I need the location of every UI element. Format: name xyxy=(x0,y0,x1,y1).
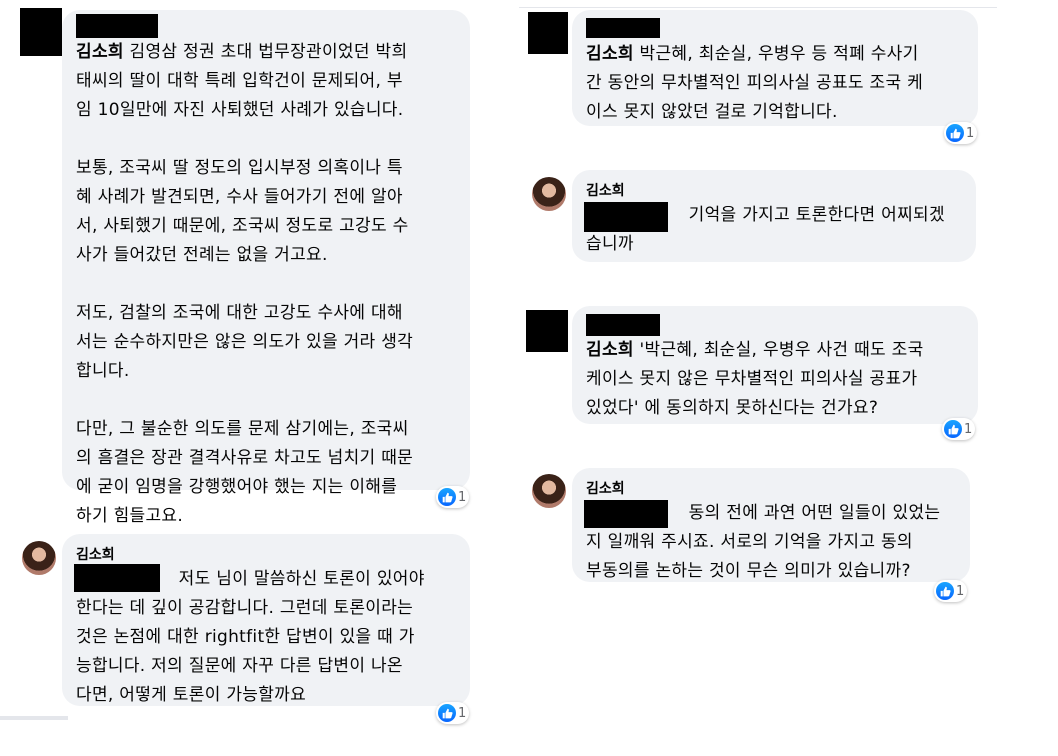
bottom-rule xyxy=(0,716,68,720)
comment-author[interactable]: 김소희 xyxy=(586,478,625,498)
avatar-redacted[interactable] xyxy=(528,12,568,54)
comment-author[interactable]: 김소희 xyxy=(586,180,625,200)
comment-bubble: 김소희 동의 전에 과연 어떤 일들이 있었는 지 일깨워 주시죠. 서로의 기… xyxy=(572,468,970,582)
avatar[interactable] xyxy=(532,474,566,508)
reaction-badge[interactable]: 1 xyxy=(436,702,470,724)
redacted-name xyxy=(586,314,660,336)
comment-bubble: 김소희 박근혜, 최순실, 우병우 등 적폐 수사기 간 동안의 무차별적인 피… xyxy=(572,10,978,126)
like-thumb-icon xyxy=(944,420,962,438)
comment-bubble: 김소희 기억을 가지고 토론한다면 어찌되겠 습니까 xyxy=(572,170,976,262)
redacted-name xyxy=(586,18,660,38)
comment-text: 김소희 김영삼 정권 초대 법무장관이었던 박희 태씨의 딸이 대학 특례 입학… xyxy=(76,38,466,531)
avatar[interactable] xyxy=(532,177,566,211)
comment-body: 동의 전에 과연 어떤 일들이 있었는 지 일깨워 주시죠. 서로의 기억을 가… xyxy=(586,503,941,581)
like-thumb-icon xyxy=(936,582,954,600)
reaction-badge[interactable]: 1 xyxy=(944,122,978,144)
comment-body: 저도 님이 말씀하신 토론이 있어야 한다는 데 깊이 공감합니다. 그런데 토… xyxy=(76,569,425,705)
reaction-badge[interactable]: 1 xyxy=(436,486,470,508)
reaction-count: 1 xyxy=(956,583,965,599)
like-thumb-icon xyxy=(438,704,456,722)
comment-bubble: 김소희 김영삼 정권 초대 법무장관이었던 박희 태씨의 딸이 대학 특례 입학… xyxy=(62,10,470,526)
comment-body: '박근혜, 최순실, 우병우 사건 때도 조국 케이스 못지 않은 무차별적인 … xyxy=(586,340,924,418)
reaction-badge[interactable]: 1 xyxy=(934,580,968,602)
comment-text: 김소희 박근혜, 최순실, 우병우 등 적폐 수사기 간 동안의 무차별적인 피… xyxy=(586,40,974,127)
reaction-count: 1 xyxy=(458,705,467,721)
comment-body: 기억을 가지고 토론한다면 어찌되겠 습니까 xyxy=(586,205,945,254)
avatar-redacted[interactable] xyxy=(20,8,62,56)
top-divider xyxy=(519,7,997,8)
comment-author[interactable]: 김소희 xyxy=(586,44,634,64)
comment-author[interactable]: 김소희 xyxy=(76,544,115,564)
comment-text: 김소희 '박근혜, 최순실, 우병우 사건 때도 조국 케이스 못지 않은 무차… xyxy=(586,336,974,423)
comment-body: 박근혜, 최순실, 우병우 등 적폐 수사기 간 동안의 무차별적인 피의사실 … xyxy=(586,44,924,122)
comment-author[interactable]: 김소희 xyxy=(586,340,634,360)
comment-author[interactable]: 김소희 xyxy=(76,42,124,62)
like-thumb-icon xyxy=(438,488,456,506)
reaction-count: 1 xyxy=(964,421,973,437)
redacted-name xyxy=(76,14,158,38)
avatar[interactable] xyxy=(22,541,56,575)
comment-bubble: 김소희 '박근혜, 최순실, 우병우 사건 때도 조국 케이스 못지 않은 무차… xyxy=(572,306,978,424)
like-thumb-icon xyxy=(946,124,964,142)
reaction-count: 1 xyxy=(458,489,467,505)
comment-bubble: 김소희 저도 님이 말씀하신 토론이 있어야 한다는 데 깊이 공감합니다. 그… xyxy=(62,534,470,706)
comment-body: 김영삼 정권 초대 법무장관이었던 박희 태씨의 딸이 대학 특례 입학건이 문… xyxy=(76,42,414,526)
avatar-redacted[interactable] xyxy=(526,310,568,352)
reaction-badge[interactable]: 1 xyxy=(942,418,976,440)
reaction-count: 1 xyxy=(966,125,975,141)
